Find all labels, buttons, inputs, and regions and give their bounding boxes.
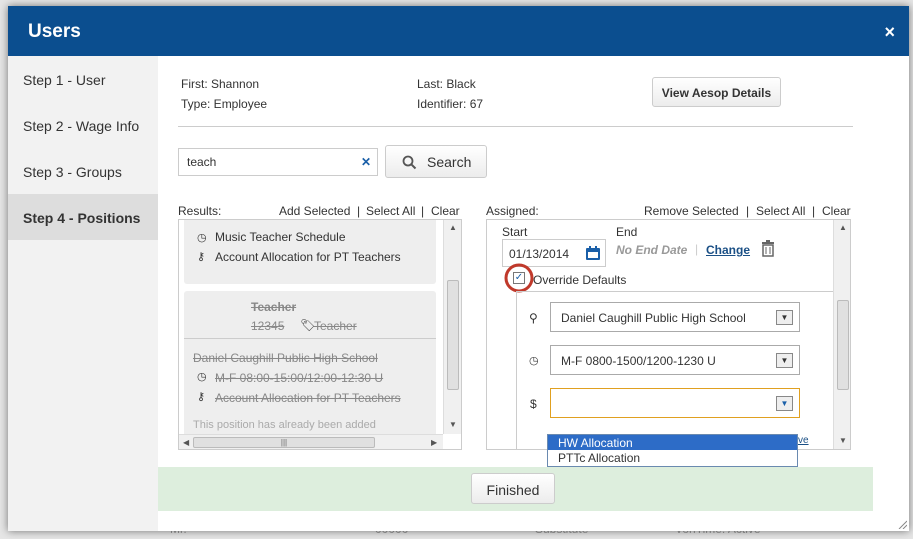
- steps-sidebar: Step 1 - User Step 2 - Wage Info Step 3 …: [8, 56, 158, 531]
- clear-search-icon[interactable]: ✕: [361, 155, 371, 169]
- allocation-option[interactable]: PTTc Allocation: [548, 450, 797, 465]
- view-aesop-details-button[interactable]: View Aesop Details: [652, 77, 781, 107]
- allocation-options-list: HW Allocation PTTc Allocation: [547, 434, 798, 467]
- results-horizontal-scrollbar[interactable]: ◀ ||| ▶: [179, 434, 443, 449]
- user-last-name: Last: Black: [417, 77, 476, 91]
- override-group: ⚲ Daniel Caughill Public High School ▼ ◷…: [516, 291, 846, 449]
- separator: |: [421, 204, 425, 218]
- chevron-down-icon[interactable]: ▼: [776, 353, 793, 368]
- separator: |: [746, 204, 750, 218]
- override-defaults-label: Override Defaults: [533, 273, 627, 287]
- already-added-note: This position has already been added: [193, 419, 376, 431]
- sidebar-item-step-3[interactable]: Step 3 - Groups: [8, 148, 158, 194]
- scroll-up-icon[interactable]: ▲: [839, 223, 847, 232]
- main-content: First: Shannon Type: Employee Last: Blac…: [158, 56, 909, 467]
- separator: |: [695, 242, 699, 256]
- clock-icon: ◷: [197, 232, 207, 244]
- school-select-value: Daniel Caughill Public High School: [561, 311, 746, 325]
- search-icon: [402, 155, 417, 170]
- schedule-select[interactable]: M-F 0800-1500/1200-1230 U ▼: [550, 345, 800, 375]
- schedule-select-value: M-F 0800-1500/1200-1230 U: [561, 354, 716, 368]
- scroll-down-icon[interactable]: ▼: [839, 436, 847, 445]
- result-position: Teacher: [251, 300, 297, 314]
- sidebar-item-step-2[interactable]: Step 2 - Wage Info: [8, 102, 158, 148]
- scroll-down-icon[interactable]: ▼: [449, 420, 457, 429]
- assigned-label: Assigned:: [486, 204, 539, 218]
- results-select-all-link[interactable]: Select All: [366, 204, 415, 218]
- result-allocation: Account Allocation for PT Teachers: [215, 250, 401, 264]
- start-date-value: 01/13/2014: [509, 247, 570, 261]
- dollar-icon: $: [530, 397, 537, 411]
- result-schedule: Music Teacher Schedule: [215, 230, 346, 244]
- hidden-link[interactable]: ve: [798, 435, 809, 446]
- user-first-name: First: Shannon: [181, 77, 260, 91]
- divider: [178, 126, 853, 127]
- calendar-icon[interactable]: [585, 245, 601, 261]
- result-card[interactable]: ◷ Music Teacher Schedule ⚷ Account Alloc…: [184, 220, 436, 284]
- user-type: Type: Employee: [181, 97, 268, 111]
- assigned-vertical-scrollbar[interactable]: ▲ ▼: [833, 220, 850, 449]
- end-date-value: No End Date: [616, 243, 688, 257]
- clock-icon: ◷: [197, 371, 207, 383]
- sidebar-item-step-1[interactable]: Step 1 - User: [8, 56, 158, 102]
- scroll-up-icon[interactable]: ▲: [449, 223, 457, 232]
- modal-footer: Finished: [158, 467, 873, 511]
- resize-handle-icon[interactable]: [897, 519, 907, 529]
- scrollbar-thumb[interactable]: [837, 300, 849, 390]
- assigned-clear-link[interactable]: Clear: [822, 204, 851, 218]
- result-position-number: 12345: [251, 319, 285, 333]
- clock-icon: ◷: [529, 355, 539, 367]
- key-icon: ⚷: [197, 391, 206, 403]
- end-label: End: [616, 225, 638, 239]
- search-input[interactable]: teach: [178, 148, 378, 176]
- scrollbar-thumb[interactable]: |||: [193, 437, 375, 448]
- divider: [184, 338, 436, 339]
- sidebar-item-step-4[interactable]: Step 4 - Positions: [8, 194, 158, 240]
- modal-header: Users ×: [8, 6, 909, 56]
- results-panel: ◷ Music Teacher Schedule ⚷ Account Alloc…: [178, 219, 462, 450]
- modal-title: Users: [28, 21, 81, 42]
- allocation-option[interactable]: HW Allocation: [548, 435, 797, 450]
- user-identifier: Identifier: 67: [417, 97, 484, 111]
- allocation-select[interactable]: ▼: [550, 388, 800, 418]
- override-defaults-checkbox[interactable]: ✓: [513, 272, 525, 284]
- chevron-down-icon[interactable]: ▼: [776, 310, 793, 325]
- school-select[interactable]: Daniel Caughill Public High School ▼: [550, 302, 800, 332]
- separator: |: [357, 204, 361, 218]
- results-vertical-scrollbar[interactable]: ▲ ▼: [443, 220, 461, 434]
- assigned-select-all-link[interactable]: Select All: [756, 204, 805, 218]
- trash-icon[interactable]: [761, 240, 775, 257]
- scroll-left-icon[interactable]: ◀: [183, 438, 189, 447]
- search-button-label: Search: [427, 154, 472, 170]
- scrollbar-thumb[interactable]: [447, 280, 459, 390]
- search-button[interactable]: Search: [385, 145, 487, 178]
- add-selected-link[interactable]: Add Selected: [279, 204, 350, 218]
- scroll-right-icon[interactable]: ▶: [431, 438, 437, 447]
- key-icon: ⚷: [197, 251, 206, 263]
- start-label: Start: [502, 225, 528, 239]
- remove-selected-link[interactable]: Remove Selected: [644, 204, 739, 218]
- result-tag: Teacher: [314, 319, 357, 333]
- results-clear-link[interactable]: Clear: [431, 204, 460, 218]
- result-card-disabled: Teacher 12345 🏷 Teacher Daniel Caughill …: [184, 291, 436, 449]
- result-schedule: M-F 08:00-15:00/12:00-12:30 U: [215, 371, 384, 385]
- results-label: Results:: [178, 204, 222, 218]
- assigned-panel: Start End 01/13/2014 No End Date | Chang…: [486, 219, 851, 450]
- location-pin-icon: ⚲: [529, 311, 538, 325]
- tag-icon: 🏷: [300, 318, 316, 332]
- close-icon[interactable]: ×: [884, 22, 895, 43]
- result-allocation: Account Allocation for PT Teachers: [215, 391, 401, 405]
- separator: |: [812, 204, 816, 218]
- result-school: Daniel Caughill Public High School: [193, 351, 378, 365]
- finished-button[interactable]: Finished: [471, 473, 555, 504]
- change-link[interactable]: Change: [706, 243, 750, 257]
- users-modal: Users × Step 1 - User Step 2 - Wage Info…: [8, 6, 909, 531]
- chevron-down-icon[interactable]: ▼: [776, 396, 793, 411]
